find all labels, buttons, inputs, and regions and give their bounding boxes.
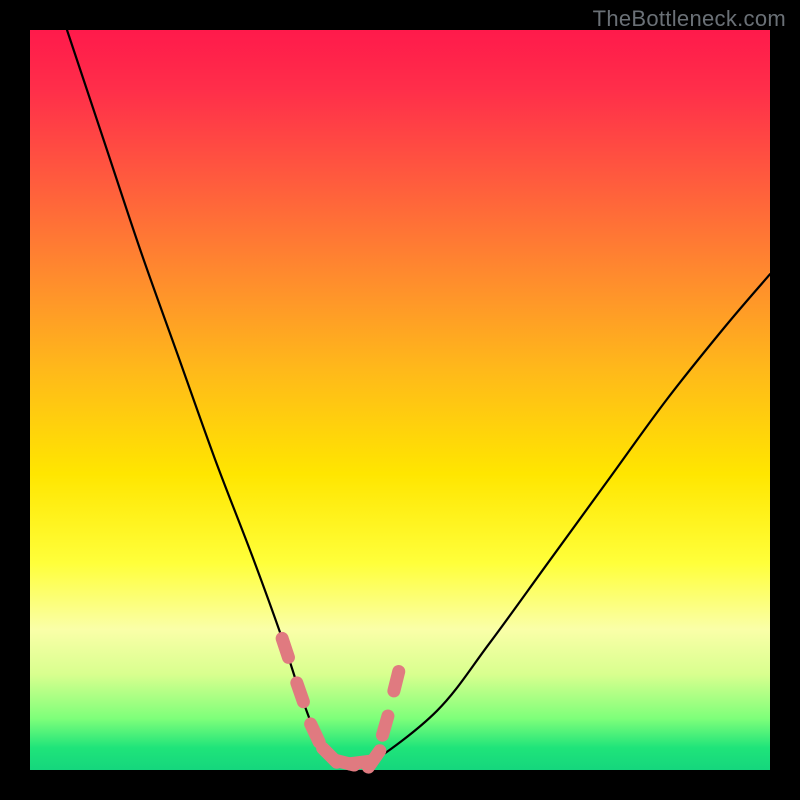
optimum-marker	[282, 638, 288, 657]
chart-frame: TheBottleneck.com	[0, 0, 800, 800]
optimum-marker	[297, 683, 304, 702]
optimum-marker	[382, 716, 387, 735]
optimum-marker	[368, 751, 379, 767]
optimum-marker	[394, 671, 399, 690]
curve-layer	[30, 30, 770, 770]
optimum-marker	[311, 724, 320, 742]
bottleneck-curve	[67, 30, 770, 767]
optimum-markers	[282, 638, 399, 767]
watermark-text: TheBottleneck.com	[593, 6, 786, 32]
